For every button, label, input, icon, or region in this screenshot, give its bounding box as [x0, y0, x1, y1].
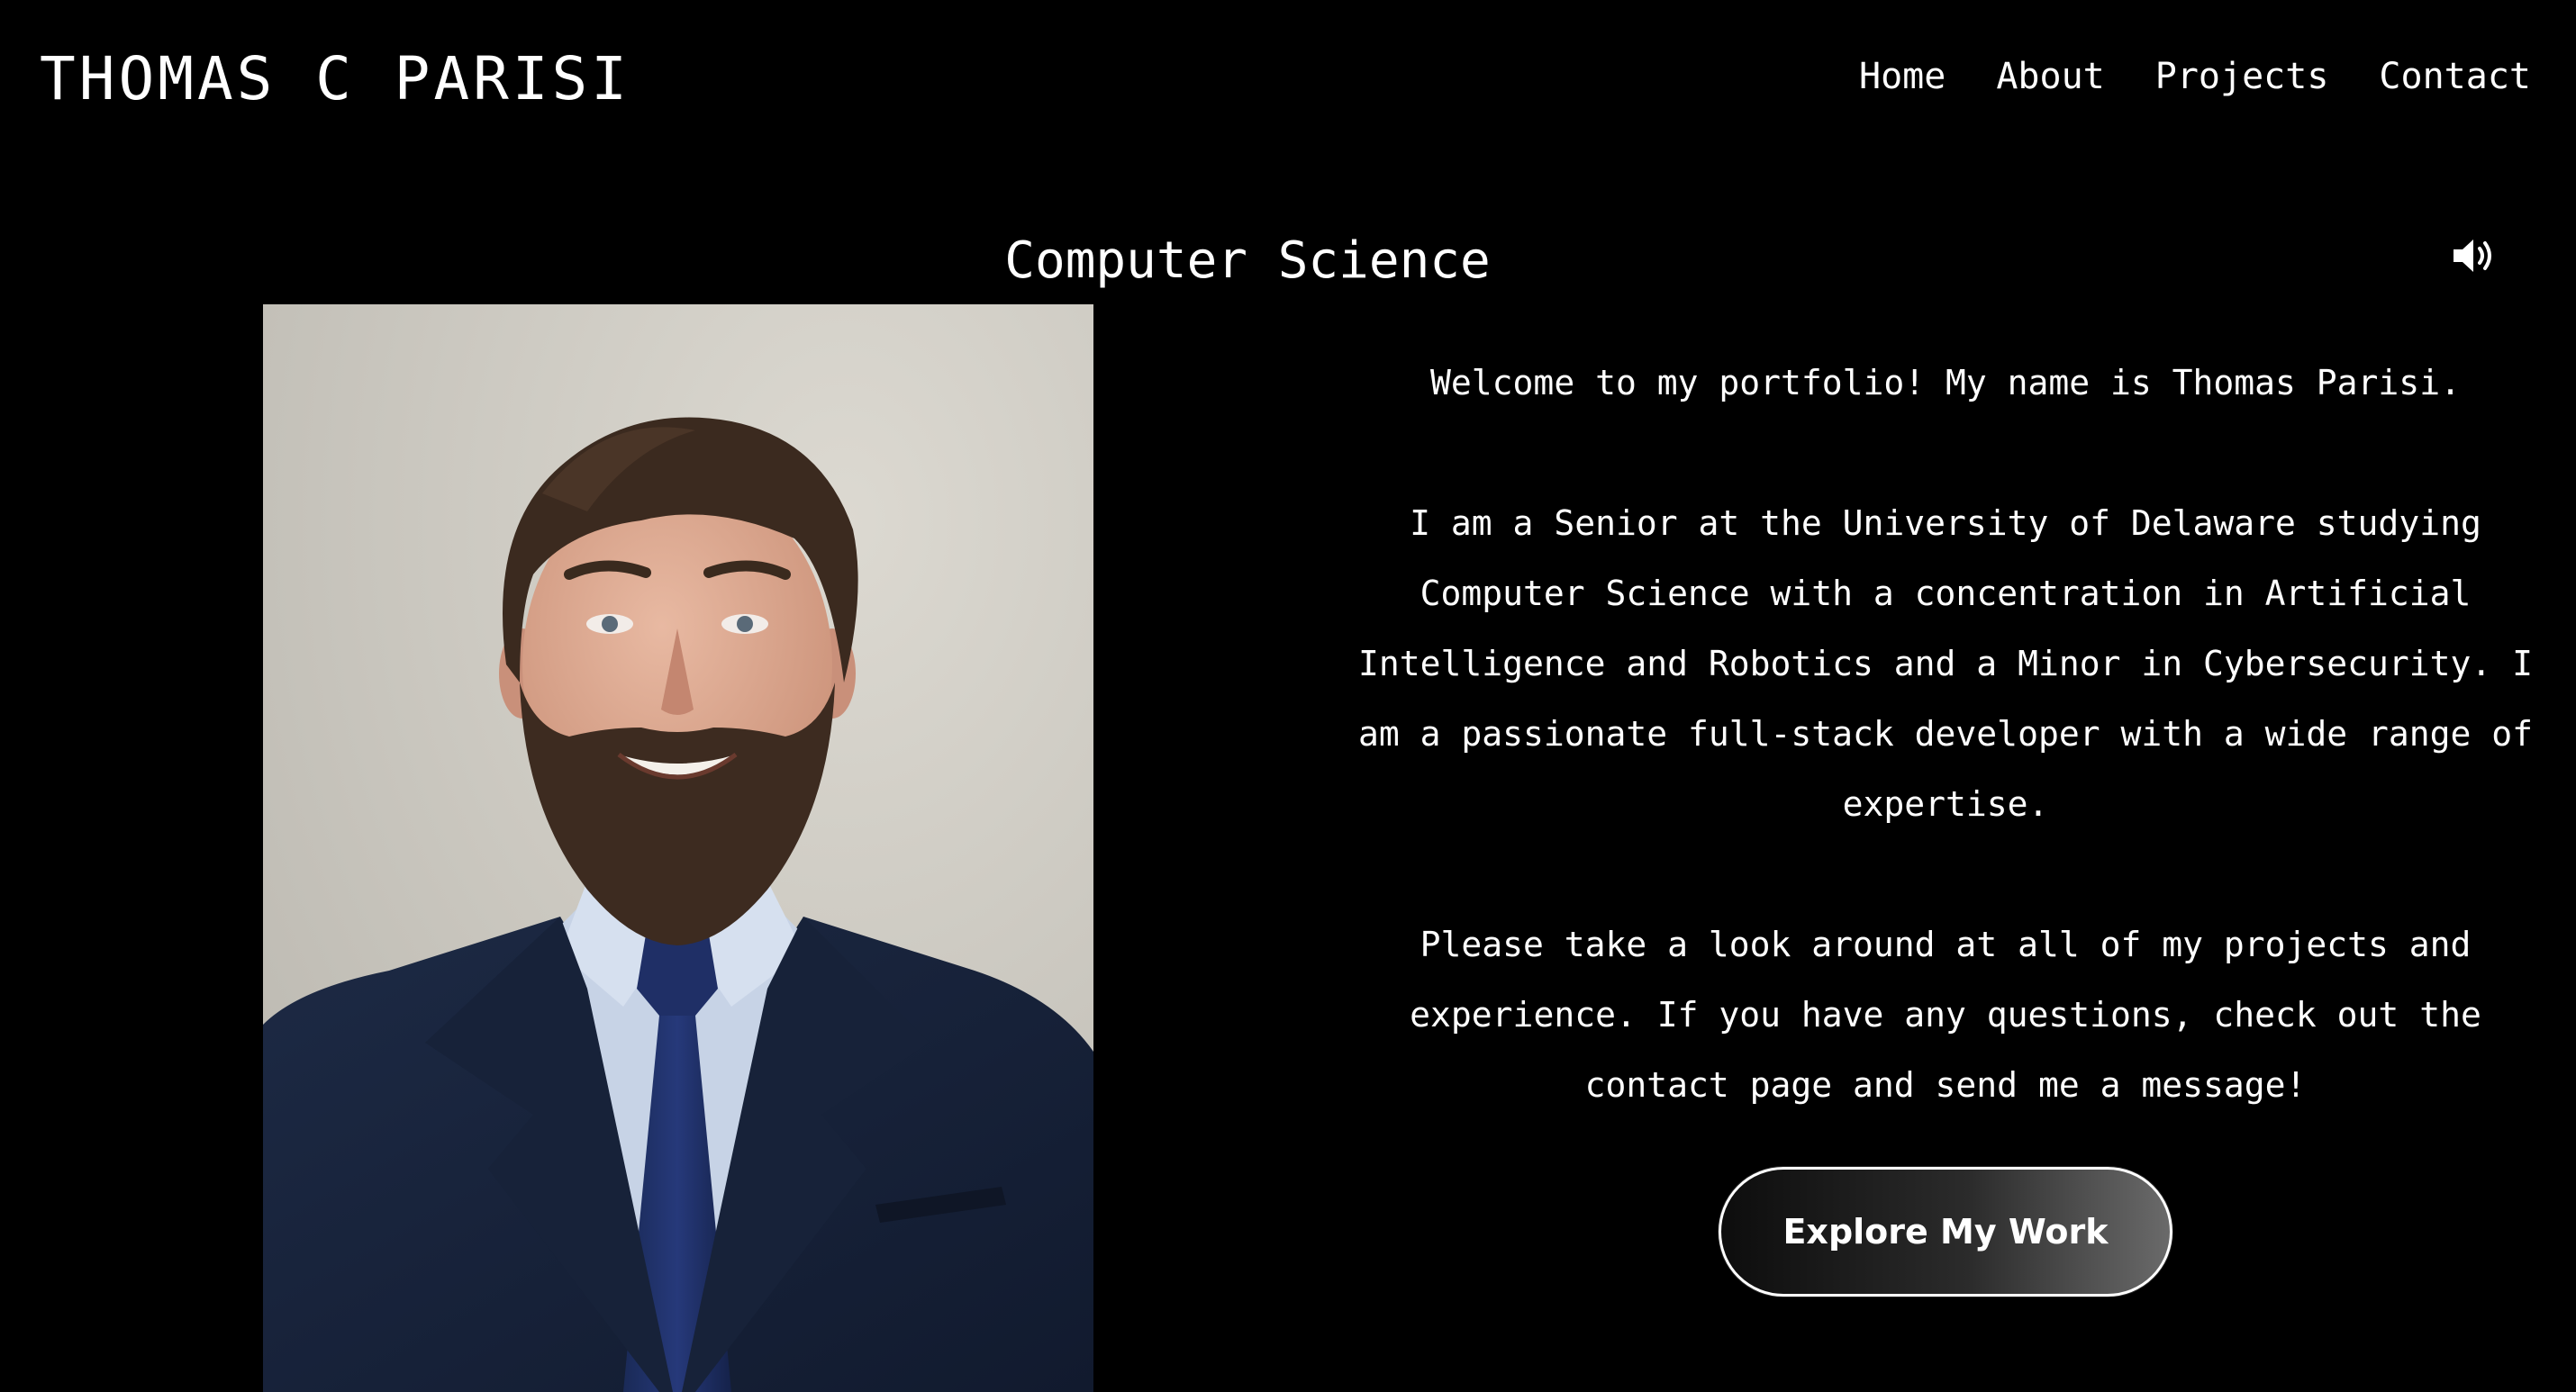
nav-home[interactable]: Home: [1859, 54, 1946, 99]
nav-projects[interactable]: Projects: [2155, 54, 2329, 99]
nav-contact[interactable]: Contact: [2379, 54, 2531, 99]
intro-paragraph: I am a Senior at the University of Delaw…: [1357, 503, 2534, 824]
portrait-photo: [263, 304, 1093, 1392]
main-nav: Home About Projects Contact: [1859, 54, 2531, 99]
speaker-volume-icon[interactable]: [2452, 236, 2499, 276]
explore-work-button[interactable]: Explore My Work: [1719, 1167, 2172, 1297]
nav-about[interactable]: About: [1996, 54, 2104, 99]
intro-text: Welcome to my portfolio! My name is Thom…: [1342, 348, 2549, 1120]
intro-paragraph: Welcome to my portfolio! My name is Thom…: [1430, 363, 2461, 402]
intro-paragraph: Please take a look around at all of my p…: [1410, 925, 2481, 1105]
section-title: Computer Science: [1004, 231, 1491, 290]
portfolio-page: THOMAS C PARISI Home About Projects Cont…: [0, 0, 2576, 1392]
site-brand[interactable]: THOMAS C PARISI: [40, 43, 630, 115]
